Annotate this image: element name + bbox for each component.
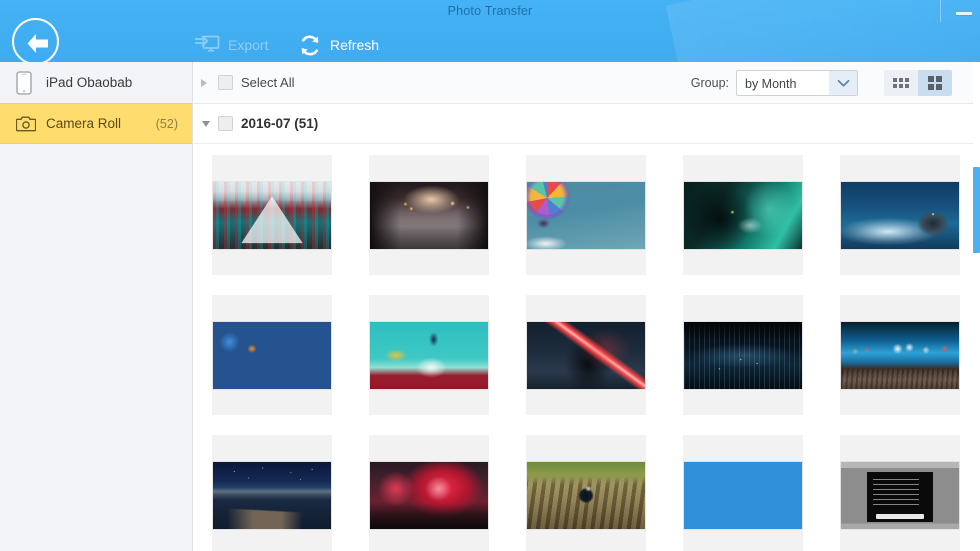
view-small-grid-button[interactable]: [884, 70, 918, 96]
vertical-scrollbar[interactable]: [973, 167, 980, 253]
view-large-grid-button[interactable]: [918, 70, 952, 96]
photo-cell[interactable]: [212, 155, 332, 275]
photo-kylo-ren-lightsaber: [527, 321, 645, 389]
group-label: Group:: [690, 76, 729, 90]
photo-grid: [193, 145, 980, 551]
group-checkbox[interactable]: [218, 116, 233, 131]
sidebar-item-camera-roll-count: (52): [155, 116, 178, 131]
camera-icon: [16, 115, 42, 132]
group-by-select[interactable]: by Month: [736, 70, 858, 96]
photo-cell[interactable]: [369, 155, 489, 275]
grid-small-icon: [893, 78, 909, 88]
refresh-label: Refresh: [330, 37, 380, 53]
group-header-label: 2016-07 (51): [241, 116, 319, 131]
app-title: Photo Transfer: [447, 4, 533, 18]
photo-cell[interactable]: [683, 155, 803, 275]
photo-cell[interactable]: [526, 155, 646, 275]
minimize-button[interactable]: [952, 2, 976, 22]
photo-balloon-house-up: [527, 181, 645, 249]
photo-cell[interactable]: [212, 295, 332, 415]
photo-cell[interactable]: [840, 435, 960, 551]
refresh-circular-arrows-icon: [301, 35, 319, 55]
export-label: Export: [228, 37, 269, 53]
content-area: Select All Group: by Month 2016-07 (51): [193, 62, 980, 551]
select-all-label: Select All: [241, 75, 295, 90]
grid-large-icon: [928, 76, 942, 90]
photo-starry-lake-dock: [213, 461, 331, 529]
export-to-computer-icon: [195, 35, 220, 52]
photo-cell[interactable]: [840, 155, 960, 275]
photo-cell[interactable]: [369, 295, 489, 415]
window-controls-divider: [940, 0, 941, 22]
photo-bokeh-wooden-table: [841, 321, 959, 389]
photo-cell[interactable]: [840, 295, 960, 415]
minimize-icon: [956, 12, 972, 15]
photo-ipad-home-screen: [684, 461, 802, 529]
back-button[interactable]: [12, 18, 59, 62]
photo-blue-water-droplet-dome: [841, 181, 959, 249]
sidebar: iPad Obaobab Camera Roll (52): [0, 62, 193, 551]
scrollbar-track[interactable]: [973, 62, 980, 551]
photo-cell[interactable]: [526, 295, 646, 415]
photo-cell[interactable]: [369, 435, 489, 551]
sidebar-item-camera-roll[interactable]: Camera Roll (52): [0, 103, 192, 144]
photo-cell[interactable]: [526, 435, 646, 551]
photo-cell[interactable]: [212, 435, 332, 551]
title-bar: Photo Transfer Export Refresh: [0, 0, 980, 62]
sidebar-item-camera-roll-label: Camera Roll: [46, 116, 122, 131]
refresh-button[interactable]: Refresh: [298, 30, 379, 60]
back-arrow-icon: [27, 34, 48, 53]
photo-teal-wolf-forest: [684, 181, 802, 249]
photo-ipad-storage-dialog: [841, 461, 959, 529]
export-button[interactable]: Export: [194, 30, 268, 60]
control-bar: Select All Group: by Month: [193, 62, 980, 104]
photo-red-autumn-forest: [370, 461, 488, 529]
photo-glitch-triangle-crowd: [213, 181, 331, 249]
photo-transfer-window: Photo Transfer Export Refresh iPad Obaob…: [0, 0, 980, 551]
select-all-checkbox[interactable]: [218, 75, 233, 90]
photo-night-city-skyline: [684, 321, 802, 389]
sidebar-item-device-label: iPad Obaobab: [46, 75, 133, 90]
photo-no-mans-sky-landscape: [370, 321, 488, 389]
group-header: 2016-07 (51): [193, 104, 980, 144]
photo-cell[interactable]: [683, 295, 803, 415]
triangle-down-icon[interactable]: [202, 121, 210, 127]
photo-cobblestone-street-dusk: [370, 181, 488, 249]
sidebar-item-device[interactable]: iPad Obaobab: [0, 62, 192, 103]
triangle-right-icon[interactable]: [201, 79, 207, 87]
view-toggle-group: [884, 70, 952, 96]
photo-glass-sphere-wood-deck: [527, 461, 645, 529]
group-by-value: by Month: [745, 77, 797, 91]
photo-blue-pebbles-butterfly: [213, 321, 331, 389]
photo-cell[interactable]: [683, 435, 803, 551]
device-tablet-icon: [16, 70, 42, 95]
chevron-down-icon: [829, 71, 857, 95]
